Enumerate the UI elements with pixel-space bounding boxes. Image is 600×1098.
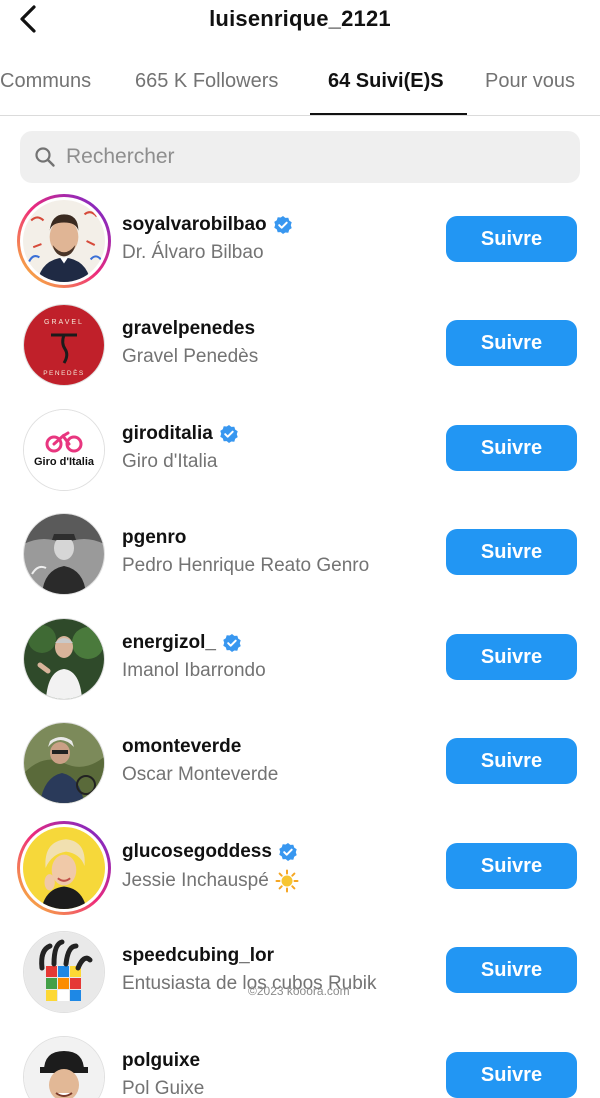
avatar [24,514,104,594]
avatar [24,932,104,1012]
avatar: GRAVEL PENEDÈS [24,305,104,385]
avatar-frame[interactable] [17,507,111,601]
full-name: Imanol Ibarrondo [122,660,266,682]
username-link[interactable]: speedcubing_lor [122,945,377,967]
search-icon [35,147,55,167]
follow-button[interactable]: Suivre [446,843,577,889]
full-name: Giro d'Italia [122,451,239,473]
full-name: Dr. Álvaro Bilbao [122,242,293,264]
search-bar[interactable] [20,131,580,183]
username-link[interactable]: soyalvarobilbao [122,214,293,236]
username-link[interactable]: energizol_ [122,632,266,654]
list-item: speedcubing_lor Entusiasta de los cubos … [0,917,600,1021]
watermark: ©2023 kooora.com [248,984,350,998]
logo-text-top: GRAVEL [44,319,84,326]
tab-pour-vous[interactable]: Pour vous [485,70,575,93]
logo-text-bottom: PENEDÈS [43,368,85,377]
full-name: Gravel Penedès [122,346,258,368]
avatar [23,200,105,282]
list-item: energizol_ Imanol Ibarrondo Suivre [0,604,600,708]
username-link[interactable]: gravelpenedes [122,318,258,340]
username-link[interactable]: pgenro [122,527,369,549]
username-link[interactable]: polguixe [122,1050,204,1072]
follow-button[interactable]: Suivre [446,634,577,680]
avatar-frame[interactable]: GRAVEL PENEDÈS [17,298,111,392]
page-title: luisenrique_2121 [209,6,391,31]
avatar-frame[interactable]: Giro d'Italia [17,403,111,497]
verified-badge-icon [279,843,297,861]
avatar-frame[interactable] [17,716,111,810]
username-text: soyalvarobilbao [122,214,267,235]
follow-button[interactable]: Suivre [446,529,577,575]
list-item: glucosegoddess Jessie Inchauspé Suivre [0,813,600,917]
verified-badge-icon [223,634,241,652]
verified-badge-icon [273,216,292,234]
follow-button[interactable]: Suivre [446,1052,577,1098]
full-name-text: Giro d'Italia [122,451,218,472]
list-item: omonteverde Oscar Monteverde Suivre [0,708,600,812]
verified-badge-icon [220,425,238,443]
avatar-frame[interactable] [17,925,111,1019]
username-link[interactable]: glucosegoddess [122,841,299,863]
tab-followers[interactable]: 665 K Followers [135,70,278,93]
full-name: Pol Guixe [122,1078,204,1098]
tab-communs[interactable]: Communs [0,70,91,93]
avatar-frame[interactable] [17,1030,111,1098]
follow-button[interactable]: Suivre [446,947,577,993]
full-name: Oscar Monteverde [122,764,278,786]
full-name-text: Dr. Álvaro Bilbao [122,242,264,263]
list-item: soyalvarobilbao Dr. Álvaro Bilbao Suivre [0,186,600,290]
username-link[interactable]: giroditalia [122,423,239,445]
active-tab-indicator [310,113,467,115]
full-name: Jessie Inchauspé [122,869,299,893]
follow-button[interactable]: Suivre [446,216,577,262]
top-bar: luisenrique_2121 [0,0,600,42]
follow-button[interactable]: Suivre [446,738,577,784]
username-text: gravelpenedes [122,318,256,339]
username-text: pgenro [122,527,187,548]
username-link[interactable]: omonteverde [122,736,278,758]
tab-bar: Communs 665 K Followers 64 Suivi(E)S Pou… [0,58,600,116]
list-item: GRAVEL PENEDÈS gravelpenedes Gravel Pene… [0,290,600,394]
username-text: polguixe [122,1050,201,1071]
username-text: speedcubing_lor [122,945,275,966]
list-item: pgenro Pedro Henrique Reato Genro Suivre [0,499,600,603]
full-name-text: Gravel Penedès [122,346,259,367]
avatar-story-ring[interactable] [17,194,111,288]
avatar: Giro d'Italia [24,410,104,490]
full-name-text: Pol Guixe [122,1078,205,1098]
avatar [24,619,104,699]
search-input[interactable] [66,131,566,183]
full-name-text: Oscar Monteverde [122,764,279,785]
full-name: Pedro Henrique Reato Genro [122,555,369,577]
username-text: omonteverde [122,736,242,757]
avatar [23,827,105,909]
tab-following[interactable]: 64 Suivi(E)S [328,70,444,93]
username-text: giroditalia [122,423,213,444]
full-name-text: Pedro Henrique Reato Genro [122,555,370,576]
follow-button[interactable]: Suivre [446,320,577,366]
logo-text: Giro d'Italia [34,456,95,468]
sun-icon [275,869,299,893]
username-text: energizol_ [122,632,216,653]
full-name-text: Imanol Ibarrondo [122,660,266,681]
avatar-story-ring[interactable] [17,821,111,915]
follow-button[interactable]: Suivre [446,425,577,471]
full-name-text: Jessie Inchauspé [122,870,269,891]
avatar-frame[interactable] [17,612,111,706]
avatar [24,1037,104,1098]
username-text: glucosegoddess [122,841,272,862]
list-item: Giro d'Italia giroditalia Giro d'Italia … [0,395,600,499]
list-item: polguixe Pol Guixe Suivre [0,1022,600,1098]
avatar [24,723,104,803]
